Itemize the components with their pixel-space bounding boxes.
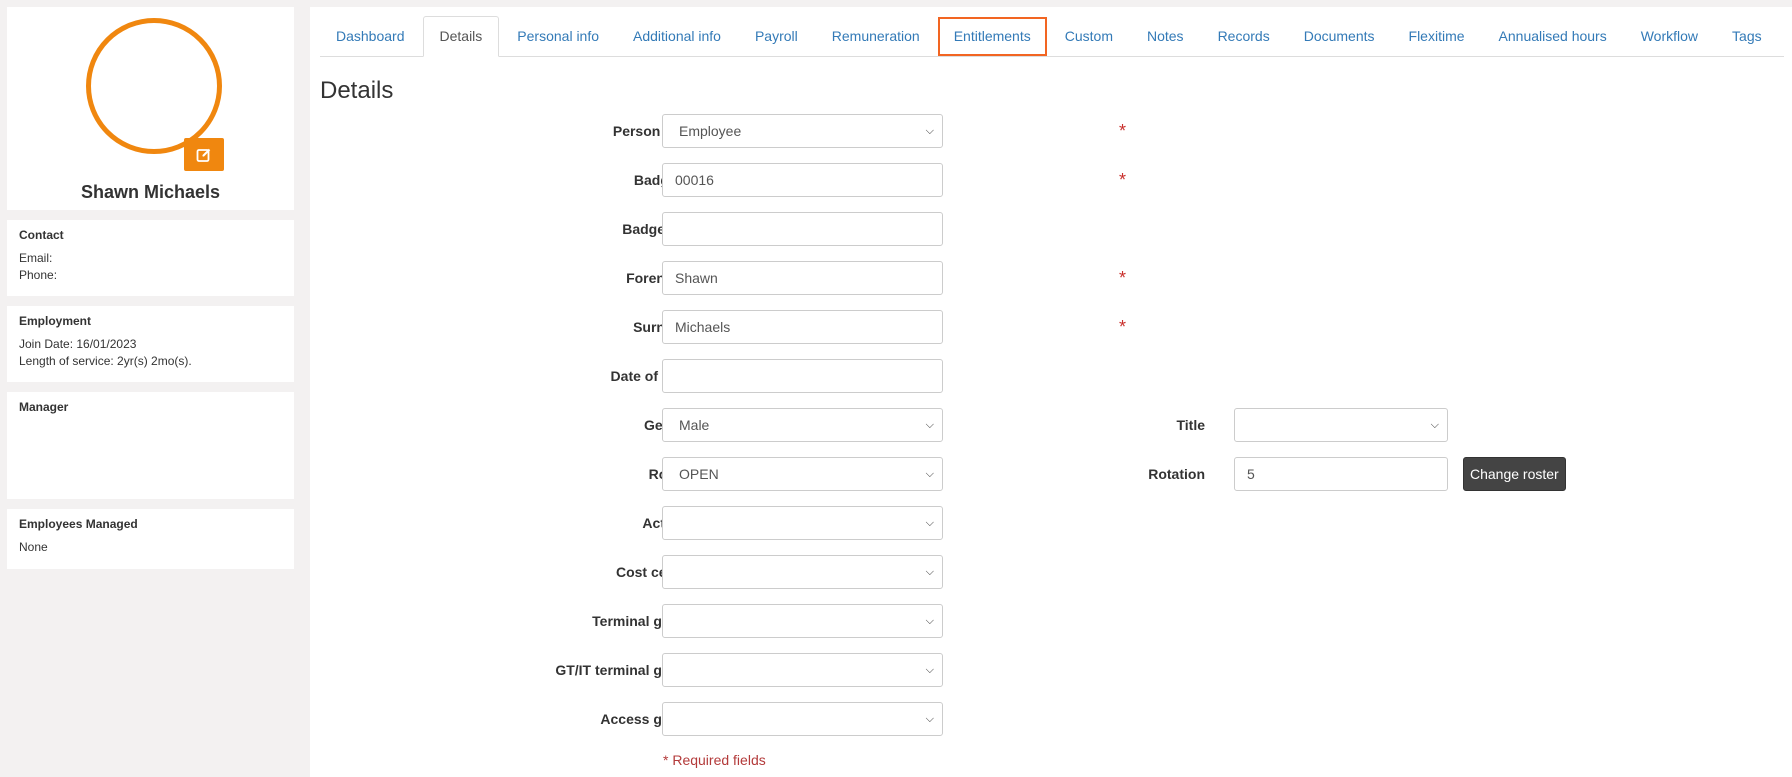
required-marker: * xyxy=(1119,170,1127,190)
required-marker: * xyxy=(1119,121,1127,141)
terminal-group-select[interactable]: ⌵ xyxy=(662,604,943,638)
person-type-select[interactable]: Employee ⌵ xyxy=(662,114,943,148)
gender-select[interactable]: Male ⌵ xyxy=(662,408,943,442)
tab-entitlements[interactable]: Entitlements xyxy=(937,17,1047,56)
activity-label: Activity xyxy=(443,506,693,540)
chevron-down-icon: ⌵ xyxy=(925,664,934,676)
badge-id-label: Badge id xyxy=(633,172,693,188)
date-of-birth-input[interactable] xyxy=(662,359,943,393)
tab-workflow[interactable]: Workflow xyxy=(1625,17,1714,56)
gender-value: Male xyxy=(679,417,710,433)
badge-id-2-input[interactable] xyxy=(662,212,943,246)
tab-additional-info[interactable]: Additional info xyxy=(617,17,737,56)
contact-title: Contact xyxy=(19,228,64,242)
profile-name: Shawn Michaels xyxy=(80,182,221,202)
chevron-down-icon: ⌵ xyxy=(925,615,934,627)
employees-managed-card: Employees Managed None xyxy=(7,509,294,569)
profile-card: Shawn Michaels xyxy=(7,7,294,210)
main-panel: Dashboard Details Personal info Addition… xyxy=(310,7,1792,777)
tab-annualised-hours[interactable]: Annualised hours xyxy=(1483,17,1623,56)
required-marker: * xyxy=(1119,317,1127,337)
chevron-down-icon: ⌵ xyxy=(925,713,934,725)
terminal-group-label: Terminal group xyxy=(592,613,693,629)
chevron-down-icon: ⌵ xyxy=(925,419,934,431)
surname-input[interactable]: Michaels xyxy=(662,310,943,344)
email-label: Email: xyxy=(19,251,53,265)
tab-records[interactable]: Records xyxy=(1202,17,1286,56)
forename-input[interactable]: Shawn xyxy=(662,261,943,295)
employees-managed-title: Employees Managed xyxy=(19,517,138,531)
required-fields-note: * Required fields xyxy=(663,752,766,768)
contact-card: Contact Email: Phone: xyxy=(7,220,294,296)
chevron-down-icon: ⌵ xyxy=(925,125,934,137)
chevron-down-icon: ⌵ xyxy=(925,468,934,480)
access-group-select[interactable]: ⌵ xyxy=(662,702,943,736)
forename-label: Forename xyxy=(626,270,693,286)
roster-select[interactable]: OPEN ⌵ xyxy=(662,457,943,491)
employee-sidebar: Shawn Michaels Contact Email: Phone: Emp… xyxy=(7,7,294,579)
chevron-down-icon: ⌵ xyxy=(925,566,934,578)
badge-id-input[interactable]: 00016 xyxy=(662,163,943,197)
tab-flexitime[interactable]: Flexitime xyxy=(1393,17,1481,56)
roster-value: OPEN xyxy=(679,466,719,482)
edit-icon xyxy=(196,148,211,162)
surname-label: Surname xyxy=(443,310,693,344)
employment-title: Employment xyxy=(19,314,92,328)
phone-label: Phone: xyxy=(19,268,58,282)
roster-label: Roster xyxy=(443,457,693,491)
access-group-label: Access group xyxy=(600,711,693,727)
length-of-service: Length of service: 2yr(s) 2mo(s). xyxy=(19,354,192,368)
rotation-label: Rotation xyxy=(1148,466,1205,482)
title-select[interactable]: ⌵ xyxy=(1234,408,1448,442)
title-label: Title xyxy=(1176,417,1205,433)
avatar xyxy=(86,18,222,154)
required-marker: * xyxy=(1119,268,1127,288)
gt-it-terminal-group-select[interactable]: ⌵ xyxy=(662,653,943,687)
person-type-label: Person type xyxy=(612,123,693,139)
employees-managed-value: None xyxy=(19,540,48,554)
tab-dashboard[interactable]: Dashboard xyxy=(320,17,421,56)
tab-remuneration[interactable]: Remuneration xyxy=(816,17,936,56)
activity-select[interactable]: ⌵ xyxy=(662,506,943,540)
tab-payroll[interactable]: Payroll xyxy=(739,17,814,56)
join-date: Join Date: 16/01/2023 xyxy=(19,337,137,351)
chevron-down-icon: ⌵ xyxy=(925,517,934,529)
tab-personal-info[interactable]: Personal info xyxy=(501,17,615,56)
tab-notes[interactable]: Notes xyxy=(1131,17,1200,56)
tab-details[interactable]: Details xyxy=(422,16,500,57)
chevron-down-icon: ⌵ xyxy=(1430,419,1439,431)
tab-custom[interactable]: Custom xyxy=(1049,17,1129,56)
tab-documents[interactable]: Documents xyxy=(1288,17,1391,56)
tab-bar: Dashboard Details Personal info Addition… xyxy=(320,16,1784,57)
employment-card: Employment Join Date: 16/01/2023 Length … xyxy=(7,306,294,382)
person-type-value: Employee xyxy=(679,123,742,139)
badge-id-2-label: Badge id 2 xyxy=(622,221,693,237)
edit-avatar-button[interactable] xyxy=(184,138,224,171)
manager-title: Manager xyxy=(19,400,69,414)
gender-label: Gender xyxy=(443,408,693,442)
manager-card: Manager xyxy=(7,392,294,499)
date-of-birth-label: Date of birth xyxy=(610,368,693,384)
page-title: Details xyxy=(320,77,394,104)
change-roster-button[interactable]: Change roster xyxy=(1463,457,1566,491)
cost-centre-label: Cost centre xyxy=(615,564,693,580)
gt-it-terminal-group-label: GT/IT terminal group xyxy=(555,662,693,678)
rotation-input[interactable]: 5 xyxy=(1234,457,1448,491)
tab-tags[interactable]: Tags xyxy=(1716,17,1778,56)
cost-centre-select[interactable]: ⌵ xyxy=(662,555,943,589)
